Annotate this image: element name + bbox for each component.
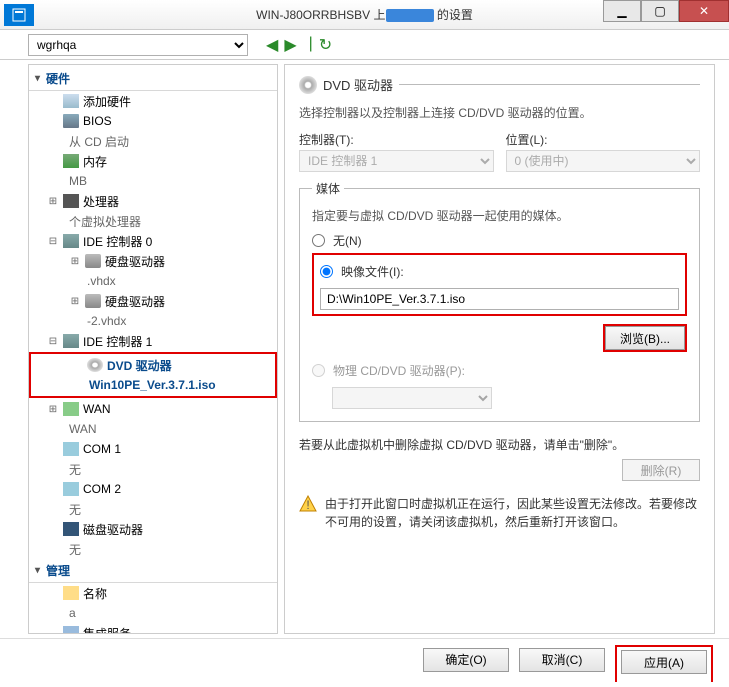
com1-item[interactable]: COM 1 bbox=[29, 439, 277, 459]
com-port-icon bbox=[63, 442, 79, 456]
settings-panel: DVD 驱动器 选择控制器以及控制器上连接 CD/DVD 驱动器的位置。 控制器… bbox=[284, 64, 715, 634]
ide1-item[interactable]: ⊟IDE 控制器 1 bbox=[29, 331, 277, 351]
ok-button[interactable]: 确定(O) bbox=[423, 648, 509, 672]
nav-back-icon[interactable]: ◀ bbox=[266, 35, 278, 55]
memory-item[interactable]: 内存 bbox=[29, 151, 277, 171]
radio-image[interactable] bbox=[320, 265, 333, 278]
media-legend: 媒体 bbox=[312, 180, 344, 197]
bios-item[interactable]: BIOS bbox=[29, 111, 277, 131]
services-icon bbox=[63, 626, 79, 634]
radio-none-row[interactable]: 无(N) bbox=[312, 232, 687, 249]
cancel-button[interactable]: 取消(C) bbox=[519, 648, 605, 672]
app-icon bbox=[4, 4, 34, 26]
radio-image-row[interactable]: 映像文件(I): bbox=[320, 263, 679, 280]
add-hardware-item[interactable]: 添加硬件 bbox=[29, 91, 277, 111]
apply-button[interactable]: 应用(A) bbox=[621, 650, 707, 674]
floppy-sub: 无 bbox=[29, 539, 277, 559]
com1-sub: 无 bbox=[29, 459, 277, 479]
iso-path-input[interactable] bbox=[320, 288, 679, 310]
dvd-icon bbox=[87, 358, 103, 372]
wan-sub: WAN bbox=[29, 419, 277, 439]
controller-select: IDE 控制器 1 bbox=[299, 150, 494, 172]
divider: | bbox=[309, 35, 313, 55]
hdd-icon bbox=[85, 254, 101, 268]
com-port-icon bbox=[63, 482, 79, 496]
highlight-box: 映像文件(I): bbox=[312, 253, 687, 316]
dvd-sub: Win10PE_Ver.3.7.1.iso bbox=[31, 375, 275, 395]
close-button[interactable]: ✕ bbox=[679, 0, 729, 22]
location-select: 0 (使用中) bbox=[506, 150, 701, 172]
warning-icon: ! bbox=[299, 495, 317, 513]
radio-none[interactable] bbox=[312, 234, 325, 247]
ide0-item[interactable]: ⊟IDE 控制器 0 bbox=[29, 231, 277, 251]
header-label: 管理 bbox=[46, 562, 70, 579]
maximize-button[interactable]: ▢ bbox=[641, 0, 679, 22]
media-description: 指定要与虚拟 CD/DVD 驱动器一起使用的媒体。 bbox=[312, 207, 687, 224]
panel-description: 选择控制器以及控制器上连接 CD/DVD 驱动器的位置。 bbox=[299, 104, 700, 121]
name-item[interactable]: 名称 bbox=[29, 583, 277, 603]
dvd-icon bbox=[299, 76, 317, 94]
bios-icon bbox=[63, 114, 79, 128]
radio-physical-row: 物理 CD/DVD 驱动器(P): bbox=[312, 362, 687, 379]
dvd-drive-item[interactable]: DVD 驱动器 bbox=[31, 355, 275, 375]
location-label: 位置(L): bbox=[506, 131, 701, 148]
memory-icon bbox=[63, 154, 79, 168]
svg-text:!: ! bbox=[306, 498, 309, 512]
minimize-button[interactable]: ▁ bbox=[603, 0, 641, 22]
com2-item[interactable]: COM 2 bbox=[29, 479, 277, 499]
remove-button: 删除(R) bbox=[622, 459, 700, 481]
physical-drive-select bbox=[332, 387, 492, 409]
warning-text: 由于打开此窗口时虚拟机正在运行，因此某些设置无法修改。若要修改不可用的设置，请关… bbox=[325, 495, 700, 531]
network-icon bbox=[63, 402, 79, 416]
floppy-icon bbox=[63, 522, 79, 536]
hardware-header: ▾ 硬件 bbox=[29, 67, 277, 91]
header-label: 硬件 bbox=[46, 70, 70, 87]
panel-title: DVD 驱动器 bbox=[323, 75, 393, 94]
ide-icon bbox=[63, 234, 79, 248]
ide-icon bbox=[63, 334, 79, 348]
name-sub: a bbox=[29, 603, 277, 623]
controller-label: 控制器(T): bbox=[299, 131, 494, 148]
nav-forward-icon[interactable]: ▶ bbox=[284, 35, 296, 55]
hdd-icon bbox=[85, 294, 101, 308]
radio-physical-label: 物理 CD/DVD 驱动器(P): bbox=[333, 362, 465, 379]
browse-button[interactable]: 浏览(B)... bbox=[605, 326, 685, 350]
cpu-item[interactable]: ⊞处理器 bbox=[29, 191, 277, 211]
divider bbox=[399, 84, 700, 85]
hdd1-sub: .vhdx bbox=[29, 271, 277, 291]
settings-tree[interactable]: ▾ 硬件 添加硬件 BIOS 从 CD 启动 内存 MB ⊞处理器 个虚拟处理器… bbox=[28, 64, 278, 634]
management-header: ▾ 管理 bbox=[29, 559, 277, 583]
cpu-icon bbox=[63, 194, 79, 208]
remove-note: 若要从此虚拟机中删除虚拟 CD/DVD 驱动器，请单击"删除"。 bbox=[299, 436, 700, 453]
cpu-sub: 个虚拟处理器 bbox=[29, 211, 277, 231]
com2-sub: 无 bbox=[29, 499, 277, 519]
vm-selector[interactable]: wgrhqa bbox=[28, 34, 248, 56]
radio-none-label: 无(N) bbox=[333, 232, 362, 249]
hdd2-sub: -2.vhdx bbox=[29, 311, 277, 331]
window-buttons: ▁ ▢ ✕ bbox=[603, 0, 729, 22]
floppy-item[interactable]: 磁盘驱动器 bbox=[29, 519, 277, 539]
wan-item[interactable]: ⊞WAN bbox=[29, 399, 277, 419]
radio-image-label: 映像文件(I): bbox=[341, 263, 404, 280]
bios-sub: 从 CD 启动 bbox=[29, 131, 277, 151]
window-titlebar: WIN-J80ORRBHSBV 上 的设置 ▁ ▢ ✕ bbox=[0, 0, 729, 30]
media-fieldset: 媒体 指定要与虚拟 CD/DVD 驱动器一起使用的媒体。 无(N) 映像文件(I… bbox=[299, 180, 700, 422]
memory-sub: MB bbox=[29, 171, 277, 191]
highlight-box: DVD 驱动器 Win10PE_Ver.3.7.1.iso bbox=[29, 352, 277, 398]
hdd2-item[interactable]: ⊞硬盘驱动器 bbox=[29, 291, 277, 311]
toolbar: wgrhqa ◀ ▶ | ↻ bbox=[0, 30, 729, 60]
dialog-footer: 确定(O) 取消(C) 应用(A) bbox=[0, 638, 729, 680]
chevron-down-icon: ▾ bbox=[35, 565, 40, 576]
add-hardware-icon bbox=[63, 94, 79, 108]
highlight-box: 应用(A) bbox=[615, 645, 713, 682]
chevron-down-icon: ▾ bbox=[35, 73, 40, 84]
redacted-text bbox=[386, 9, 434, 22]
highlight-box: 浏览(B)... bbox=[603, 324, 687, 352]
radio-physical bbox=[312, 364, 325, 377]
hdd1-item[interactable]: ⊞硬盘驱动器 bbox=[29, 251, 277, 271]
integration-services-item[interactable]: 集成服务 bbox=[29, 623, 277, 634]
refresh-icon[interactable]: ↻ bbox=[319, 35, 332, 55]
name-icon bbox=[63, 586, 79, 600]
